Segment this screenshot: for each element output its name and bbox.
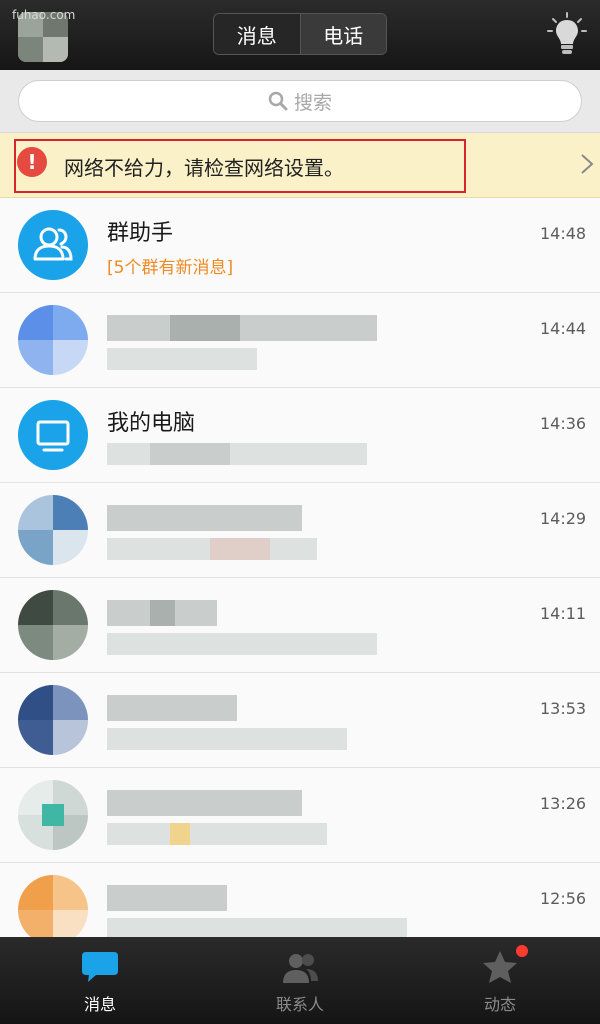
avatar: [18, 400, 88, 470]
notification-badge: [516, 945, 528, 957]
exclamation-icon: !: [17, 147, 47, 177]
conversation-item[interactable]: 群助手 [5个群有新消息] 14:48: [0, 198, 600, 293]
tab-calls[interactable]: 电话: [300, 14, 386, 54]
computer-icon: [36, 420, 70, 452]
conversation-item[interactable]: 我的电脑 14:36: [0, 388, 600, 483]
conversation-item[interactable]: 13:53: [0, 673, 600, 768]
network-warning-banner[interactable]: ! 网络不给力，请检查网络设置。: [0, 133, 600, 198]
conversation-preview: [5个群有新消息]: [107, 258, 234, 278]
contacts-icon: [283, 954, 318, 983]
conversation-item[interactable]: 14:44: [0, 293, 600, 388]
nav-label: 动态: [483, 995, 516, 1014]
chat-bubble-icon: [82, 952, 118, 982]
nav-label: 联系人: [275, 995, 324, 1014]
avatar: [18, 495, 88, 565]
top-bar: fuhao.com 消息 电话: [0, 0, 600, 70]
lightbulb-icon[interactable]: [547, 12, 587, 56]
conversation-time: 14:29: [540, 509, 587, 528]
avatar: [18, 305, 88, 375]
conversation-item[interactable]: 13:26: [0, 768, 600, 863]
conversation-name: 我的电脑: [107, 411, 196, 436]
tab-messages[interactable]: 消息: [214, 14, 301, 54]
search-area: 搜索: [0, 70, 600, 133]
avatar: [18, 210, 88, 280]
conversation-name: 群助手: [107, 221, 174, 246]
avatar: [18, 685, 88, 755]
conversation-time: 13:26: [540, 794, 587, 813]
avatar: [18, 780, 88, 850]
avatar: [18, 875, 88, 945]
conversation-time: 14:36: [540, 414, 587, 433]
conversation-list: 群助手 [5个群有新消息] 14:48 14:44 我的电脑 14:36 14:…: [0, 198, 600, 958]
nav-messages[interactable]: 消息: [0, 937, 200, 1024]
nav-contacts[interactable]: 联系人: [200, 937, 400, 1024]
conversation-time: 13:53: [540, 699, 587, 718]
nav-label: 消息: [83, 995, 116, 1014]
nav-feed[interactable]: 动态: [400, 937, 600, 1024]
conversation-time: 14:44: [540, 319, 587, 338]
group-icon: [33, 227, 73, 261]
search-placeholder: 搜索: [293, 91, 332, 114]
conversation-time: 14:48: [540, 224, 587, 243]
bottom-navigation: 消息 联系人 动态: [0, 937, 600, 1024]
watermark-text: fuhao.com: [12, 8, 76, 22]
star-icon: [483, 951, 517, 983]
search-icon: [268, 91, 288, 111]
search-input[interactable]: 搜索: [18, 80, 582, 122]
network-warning-text: 网络不给力，请检查网络设置。: [64, 156, 344, 180]
message-call-switch: 消息 电话: [213, 13, 387, 55]
conversation-time: 12:56: [540, 889, 587, 908]
conversation-time: 14:11: [540, 604, 587, 623]
conversation-item[interactable]: 14:11: [0, 578, 600, 673]
chevron-right-icon: [581, 154, 594, 174]
avatar: [18, 590, 88, 660]
conversation-item[interactable]: 14:29: [0, 483, 600, 578]
